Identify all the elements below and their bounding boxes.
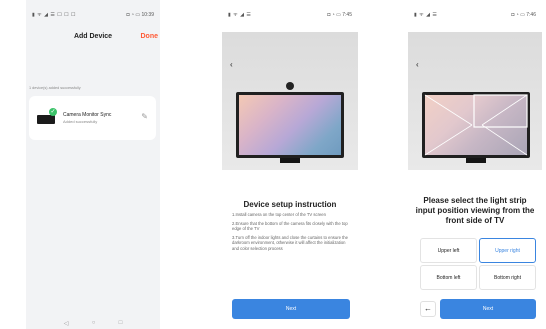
edit-icon[interactable]: ✎ xyxy=(141,112,148,121)
camera-icon xyxy=(286,82,294,90)
status-left: ▮ ᯤ ◢ ☰ xyxy=(414,12,438,18)
light-strip-position-screen: ▮ ᯤ ◢ ☰ ◘ ◔ ▭ 7:46 ‹ Please select the l… xyxy=(408,0,542,329)
nav-back-icon[interactable]: ◁ xyxy=(64,320,69,327)
option-upper-right[interactable]: Upper right xyxy=(479,238,536,263)
system-nav-bar: ◁ ○ □ xyxy=(26,317,160,329)
status-left: ▮ ᯤ ◢ ☰ ☐ ☐ ☐ xyxy=(32,12,76,18)
instruction-heading: Device setup instruction xyxy=(243,200,337,209)
status-bar: ▮ ᯤ ◢ ☰ ◘ ◔ ▭ 7:45 xyxy=(222,12,358,22)
back-icon[interactable]: ‹ xyxy=(230,60,233,69)
camera-device-icon: ✓ xyxy=(37,108,57,124)
next-button[interactable]: Next xyxy=(440,299,536,319)
position-heading: Please select the light strip input posi… xyxy=(408,196,542,226)
added-summary: 1 device(s) added successfully xyxy=(29,86,81,90)
heading-line-1: Please select the light strip xyxy=(423,196,527,205)
add-device-screen: ▮ ᯤ ◢ ☰ ☐ ☐ ☐ ◘ ◔ ▭ 10:39 Add Device Don… xyxy=(26,0,160,329)
option-bottom-left[interactable]: Bottom left xyxy=(420,265,477,290)
step-2: 2.Ensure that the bottom of the camera f… xyxy=(232,220,348,232)
next-button[interactable]: Next xyxy=(232,299,350,319)
option-bottom-right[interactable]: Bottom right xyxy=(479,265,536,290)
option-upper-left[interactable]: Upper left xyxy=(420,238,477,263)
tv-illustration xyxy=(236,82,344,163)
status-right: ◘ ◔ ▭ 7:46 xyxy=(511,12,536,18)
light-strip-path-graphic xyxy=(424,94,528,156)
status-right: ◘ ◔ ▭ 7:45 xyxy=(327,12,352,18)
tv-illustration xyxy=(422,92,530,163)
status-left: ▮ ᯤ ◢ ☰ xyxy=(228,12,252,18)
position-options: Upper left Upper right Bottom left Botto… xyxy=(420,238,536,290)
nav-recents-icon[interactable]: □ xyxy=(119,320,123,326)
status-bar: ▮ ᯤ ◢ ☰ ☐ ☐ ☐ ◘ ◔ ▭ 10:39 xyxy=(26,12,160,22)
heading-line-3: front side of TV xyxy=(445,216,505,225)
step-1: 1.Install camera on the top center of th… xyxy=(232,212,326,217)
device-name: Camera Monitor Sync xyxy=(63,112,112,118)
device-status: Added successfully xyxy=(63,119,98,124)
done-button[interactable]: Done xyxy=(141,33,159,40)
nav-home-icon[interactable]: ○ xyxy=(92,320,96,326)
back-icon[interactable]: ‹ xyxy=(416,60,419,69)
device-card[interactable]: ✓ Camera Monitor Sync Added successfully… xyxy=(29,96,156,140)
instruction-steps: 1.Install camera on the top center of th… xyxy=(232,212,350,254)
check-icon: ✓ xyxy=(49,108,57,116)
status-right: ◘ ◔ ▭ 10:39 xyxy=(126,12,154,18)
header: Add Device Done xyxy=(26,25,160,55)
heading-line-2: input position viewing from the xyxy=(415,206,535,215)
step-3: 3.Turn off the indoor lights and close t… xyxy=(232,234,348,251)
back-arrow-icon[interactable]: ← xyxy=(420,301,436,317)
setup-instruction-screen: ▮ ᯤ ◢ ☰ ◘ ◔ ▭ 7:45 ‹ Device setup instru… xyxy=(222,0,358,329)
status-bar: ▮ ᯤ ◢ ☰ ◘ ◔ ▭ 7:46 xyxy=(408,12,542,22)
